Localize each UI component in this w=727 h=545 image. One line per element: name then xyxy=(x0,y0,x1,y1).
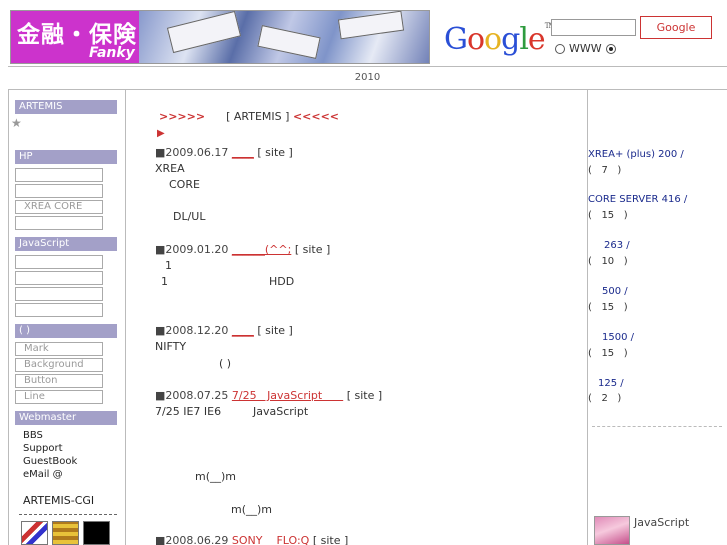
sidebar-link-bbs[interactable]: BBS xyxy=(23,429,43,442)
server-count: ( 10 ) xyxy=(588,256,628,267)
entry-text: DL/UL xyxy=(173,210,206,223)
sidebar-link-artemis-cgi[interactable]: ARTEMIS-CGI xyxy=(23,494,94,507)
sidebar-hp-item[interactable] xyxy=(15,184,103,198)
entry-date: ■2009.01.20 xyxy=(155,243,229,256)
entry-text: ( ) xyxy=(219,357,232,370)
banner-subtitle: Fanky xyxy=(89,45,135,61)
search-scope: WWW xyxy=(555,42,616,55)
server-item[interactable]: CORE SERVER 416 / xyxy=(588,193,687,206)
sidebar-head-artemis[interactable]: ARTEMIS xyxy=(15,100,117,114)
server-item[interactable]: 263 / xyxy=(604,239,630,252)
entry-date: ■2008.12.20 xyxy=(155,324,229,337)
sidebar: ARTEMIS ★ HP XREA CORE JavaScript ( ) Ma… xyxy=(9,90,126,545)
entry-header: ■2009.01.20 ______(^^; [ site ] xyxy=(155,243,330,256)
right-divider xyxy=(592,426,722,427)
google-logo: GoogleTM xyxy=(444,22,556,57)
javascript-book-icon[interactable] xyxy=(594,516,630,545)
server-count: ( 2 ) xyxy=(588,393,622,404)
thumb-banner-2[interactable] xyxy=(52,521,79,545)
server-count: ( 7 ) xyxy=(588,165,622,176)
content-nav: >>>>> [ ARTEMIS ] <<<<< xyxy=(159,110,339,123)
entry-text: JavaScript xyxy=(253,405,309,418)
entry-header: ■2008.06.29 SONY FLO:Q [ site ] xyxy=(155,534,348,545)
radio-www-label: WWW xyxy=(569,42,602,55)
entry-date: ■2008.07.25 xyxy=(155,389,229,402)
banner-photo xyxy=(139,11,429,63)
sidebar-item-background[interactable]: Background xyxy=(15,358,103,372)
google-search-button[interactable]: Google xyxy=(640,16,712,39)
server-item[interactable]: 125 / xyxy=(598,377,624,390)
entry-text: XREA xyxy=(155,162,185,175)
server-item[interactable]: XREA+ (plus) 200 / xyxy=(588,148,684,161)
server-item[interactable]: 1500 / xyxy=(602,331,634,344)
sidebar-js-item[interactable] xyxy=(15,271,103,285)
sidebar-link-support[interactable]: Support xyxy=(23,442,63,455)
server-count: ( 15 ) xyxy=(588,210,628,221)
site-link[interactable]: [ site ] xyxy=(347,389,382,402)
entry-date: ■2008.06.29 xyxy=(155,534,229,545)
entry-link[interactable]: ______(^^; xyxy=(232,243,291,256)
banner-title: 金融・保険 xyxy=(17,22,137,48)
entry-date: ■2009.06.17 xyxy=(155,146,229,159)
google-logo-text: Google xyxy=(444,22,546,57)
nav-title: [ ARTEMIS ] xyxy=(226,110,290,123)
entry-text: 1 xyxy=(161,275,168,288)
thumb-banner-1[interactable] xyxy=(21,521,48,545)
sidebar-js-item[interactable] xyxy=(15,303,103,317)
sidebar-hp-item[interactable] xyxy=(15,168,103,182)
entry-text: 1 xyxy=(165,259,172,272)
sidebar-js-item[interactable] xyxy=(15,287,103,301)
entry-link[interactable]: ____ xyxy=(232,146,254,159)
main-frame: ARTEMIS ★ HP XREA CORE JavaScript ( ) Ma… xyxy=(8,90,727,545)
entry-text: NIFTY xyxy=(155,340,187,353)
header: 金融・保険 Fanky GoogleTM Google WWW xyxy=(8,8,727,64)
fanky-banner[interactable]: 金融・保険 Fanky xyxy=(10,10,430,64)
sidebar-item-line[interactable]: Line xyxy=(15,390,103,404)
entry-link[interactable]: ____ xyxy=(232,324,254,337)
sidebar-item-button[interactable]: Button xyxy=(15,374,103,388)
sidebar-link-guestbook[interactable]: GuestBook xyxy=(23,455,77,468)
radio-www[interactable] xyxy=(555,43,565,54)
sidebar-item-mark[interactable]: Mark xyxy=(15,342,103,356)
sidebar-head-javascript: JavaScript xyxy=(15,237,117,251)
thumb-banner-3[interactable] xyxy=(83,521,110,545)
content: >>>>> [ ARTEMIS ] <<<<< ▶ ■2009.06.17 __… xyxy=(155,90,587,545)
server-item[interactable]: 500 / xyxy=(602,285,628,298)
entry-text: HDD xyxy=(269,275,295,288)
sidebar-head-parens: ( ) xyxy=(15,324,117,338)
sidebar-head-hp: HP xyxy=(15,150,117,164)
sidebar-hp-item-xrea-core[interactable]: XREA CORE xyxy=(15,200,103,214)
sidebar-link-email[interactable]: eMail @ xyxy=(23,468,63,481)
entry-text: 7/25 IE7 IE6 xyxy=(155,405,222,418)
sidebar-hp-item[interactable] xyxy=(15,216,103,230)
entry-link[interactable]: SONY FLO:Q xyxy=(232,534,309,545)
site-link[interactable]: [ site ] xyxy=(295,243,330,256)
server-count: ( 15 ) xyxy=(588,348,628,359)
star-icon: ★ xyxy=(11,116,22,130)
sidebar-head-webmaster: Webmaster xyxy=(15,411,117,425)
sidebar-divider xyxy=(19,514,117,515)
nav-arrows-left: >>>>> xyxy=(159,110,206,123)
entry-text: CORE xyxy=(169,178,200,191)
sidebar-js-item[interactable] xyxy=(15,255,103,269)
entry-text: m(__)m xyxy=(195,470,237,483)
book-label[interactable]: JavaScript xyxy=(634,516,689,529)
triangle-icon: ▶ xyxy=(157,128,165,139)
site-link[interactable]: [ site ] xyxy=(313,534,348,545)
radio-site[interactable] xyxy=(605,43,616,54)
search-input[interactable] xyxy=(551,19,636,36)
entry-link[interactable]: 7/25 JavaScript xyxy=(232,389,343,402)
entry-text: m(__)m xyxy=(231,503,273,516)
site-link[interactable]: [ site ] xyxy=(257,146,292,159)
right-column: XREA+ (plus) 200 / ( 7 ) CORE SERVER 416… xyxy=(587,90,727,545)
site-link[interactable]: [ site ] xyxy=(257,324,292,337)
entry-header: ■2009.06.17 ____ [ site ] xyxy=(155,146,293,159)
entry-header: ■2008.12.20 ____ [ site ] xyxy=(155,324,293,337)
nav-arrows-right: <<<<< xyxy=(292,110,340,123)
year-bar: 2010 xyxy=(8,66,727,90)
server-count: ( 15 ) xyxy=(588,302,628,313)
entry-header: ■2008.07.25 7/25 JavaScript [ site ] xyxy=(155,389,382,402)
